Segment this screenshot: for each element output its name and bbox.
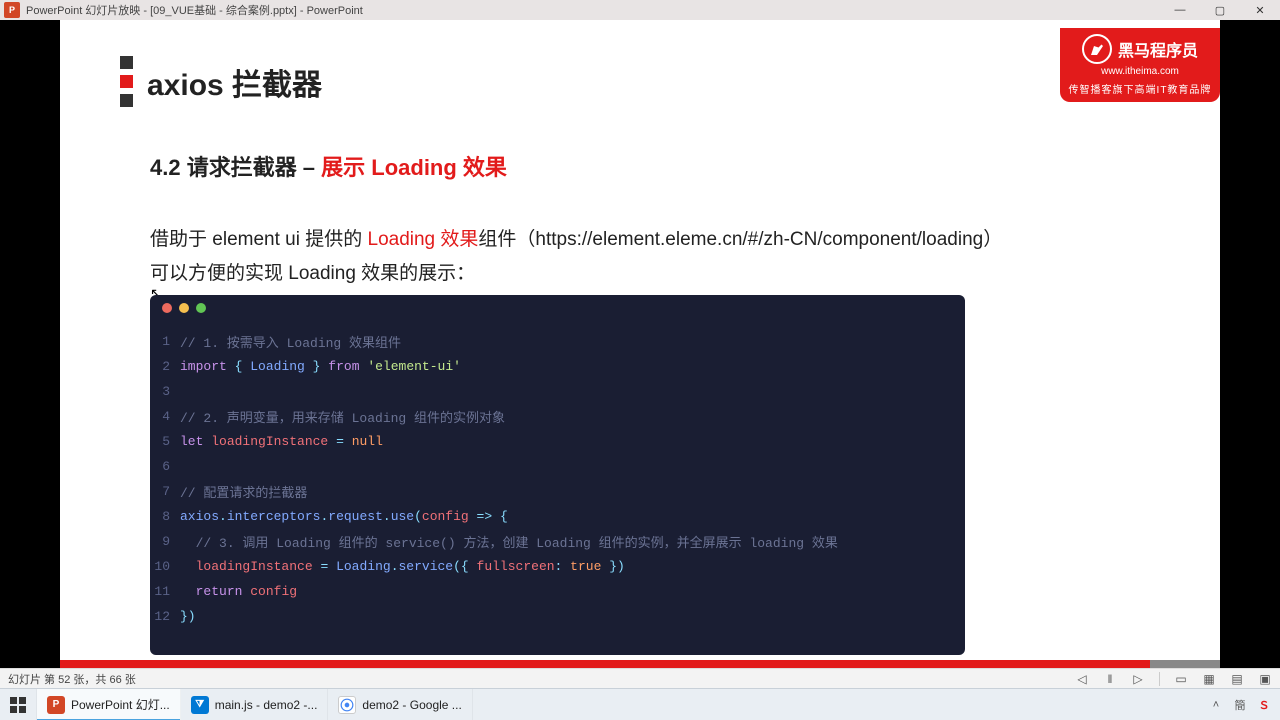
tray-ime-icon[interactable]: Ｓ [1256,697,1272,713]
line-number: 9 [150,534,180,549]
line-number: 4 [150,409,180,424]
brand-url: www.itheima.com [1101,66,1179,77]
mac-min-dot [179,303,189,313]
brand-logo-banner: 黑马程序员 www.itheima.com 传智播客旗下高端IT教育品牌 [1060,28,1220,102]
slide-header: axios 拦截器 [120,56,322,107]
powerpoint-icon: P [47,696,65,714]
line-number: 10 [150,559,180,574]
code-content: // 配置请求的拦截器 [180,482,307,501]
brand-name: 黑马程序员 [1118,37,1198,61]
line-number: 11 [150,584,180,599]
tray-expand-icon[interactable]: ˄ [1208,697,1224,713]
section-highlight: 展示 Loading 效果 [321,155,507,180]
body-highlight: Loading 效果 [368,229,479,250]
pause-button[interactable]: ‖ [1103,672,1117,686]
slide-title: axios 拦截器 [147,60,322,104]
slideshow-view-button[interactable]: ▣ [1258,672,1272,686]
slideshow-stage[interactable]: axios 拦截器 黑马程序员 www.itheima.com 传智播客旗下高端… [0,20,1280,668]
code-line: 10 loadingInstance = Loading.service({ f… [150,554,965,579]
body-suffix: 组件（https://element.eleme.cn/#/zh-CN/comp… [478,229,1002,250]
tray-lang-icon[interactable]: 簡 [1232,697,1248,713]
body-text: 借助于 element ui 提供的 Loading 效果组件（https://… [150,223,1002,291]
code-line: 3 [150,379,965,404]
taskbar: P PowerPoint 幻灯... ⧩ main.js - demo2 -..… [0,688,1280,720]
line-number: 2 [150,359,180,374]
status-icons: ◁ ‖ ▷ ▭ ▦ ▤ ▣ [1075,672,1272,686]
code-content: // 3. 调用 Loading 组件的 service() 方法，创建 Loa… [180,532,838,551]
code-content: let loadingInstance = null [180,434,383,449]
window-title: PowerPoint 幻灯片放映 - [09_VUE基础 - 综合案例.pptx… [26,2,1160,18]
code-body: 1// 1. 按需导入 Loading 效果组件2import { Loadin… [150,321,965,629]
code-content: // 2. 声明变量，用来存储 Loading 组件的实例对象 [180,407,505,426]
code-line: 2import { Loading } from 'element-ui' [150,354,965,379]
prev-slide-button[interactable]: ◁ [1075,672,1089,686]
close-button[interactable]: ✕ [1240,0,1280,20]
body-prefix: 借助于 element ui 提供的 [150,229,368,250]
code-window-dots [150,295,965,321]
status-bar: 幻灯片 第 52 张，共 66 张 ◁ ‖ ▷ ▭ ▦ ▤ ▣ [0,668,1280,688]
section-heading: 4.2 请求拦截器 – 展示 Loading 效果 [150,150,507,182]
taskbar-label: main.js - demo2 -... [215,698,318,712]
horse-icon [1082,34,1112,64]
code-line: 9 // 3. 调用 Loading 组件的 service() 方法，创建 L… [150,529,965,554]
code-content: axios.interceptors.request.use(config =>… [180,509,508,524]
code-content: }) [180,609,196,624]
sorter-view-button[interactable]: ▦ [1202,672,1216,686]
slide-bottom-bar [60,660,1220,668]
brand-tagline: 传智播客旗下高端IT教育品牌 [1069,81,1212,96]
body-line2: 可以方便的实现 Loading 效果的展示： [150,257,1002,291]
window-titlebar: P PowerPoint 幻灯片放映 - [09_VUE基础 - 综合案例.pp… [0,0,1280,20]
minimize-button[interactable]: — [1160,0,1200,20]
code-line: 8axios.interceptors.request.use(config =… [150,504,965,529]
start-button[interactable] [0,689,37,720]
next-slide-button[interactable]: ▷ [1131,672,1145,686]
line-number: 5 [150,434,180,449]
line-number: 12 [150,609,180,624]
code-line: 7// 配置请求的拦截器 [150,479,965,504]
section-prefix: 4.2 请求拦截器 – [150,155,321,180]
code-line: 6 [150,454,965,479]
code-line: 5let loadingInstance = null [150,429,965,454]
taskbar-label: demo2 - Google ... [362,698,461,712]
app-icon: P [4,2,20,18]
window-controls: — ▢ ✕ [1160,0,1280,20]
line-number: 8 [150,509,180,524]
taskbar-item-chrome[interactable]: demo2 - Google ... [328,689,472,720]
line-number: 1 [150,334,180,349]
code-line: 11 return config [150,579,965,604]
code-content: loadingInstance = Loading.service({ full… [180,559,625,574]
scroll-indicator [1150,660,1220,668]
code-line: 12}) [150,604,965,629]
line-number: 3 [150,384,180,399]
maximize-button[interactable]: ▢ [1200,0,1240,20]
vscode-icon: ⧩ [191,696,209,714]
mac-max-dot [196,303,206,313]
code-line: 1// 1. 按需导入 Loading 效果组件 [150,329,965,354]
reading-view-button[interactable]: ▤ [1230,672,1244,686]
slide: axios 拦截器 黑马程序员 www.itheima.com 传智播客旗下高端… [60,20,1220,668]
chrome-icon [338,696,356,714]
code-content: import { Loading } from 'element-ui' [180,359,461,374]
line-number: 7 [150,484,180,499]
mac-close-dot [162,303,172,313]
taskbar-item-vscode[interactable]: ⧩ main.js - demo2 -... [181,689,329,720]
system-tray: ˄ 簡 Ｓ [1208,697,1280,713]
code-block: 1// 1. 按需导入 Loading 效果组件2import { Loadin… [150,295,965,655]
normal-view-button[interactable]: ▭ [1174,672,1188,686]
accent-decoration [120,56,133,107]
taskbar-item-powerpoint[interactable]: P PowerPoint 幻灯... [37,689,181,720]
taskbar-label: PowerPoint 幻灯... [71,696,170,713]
line-number: 6 [150,459,180,474]
code-content: // 1. 按需导入 Loading 效果组件 [180,332,401,351]
code-line: 4// 2. 声明变量，用来存储 Loading 组件的实例对象 [150,404,965,429]
code-content: return config [180,584,297,599]
slide-counter: 幻灯片 第 52 张，共 66 张 [8,671,1075,687]
